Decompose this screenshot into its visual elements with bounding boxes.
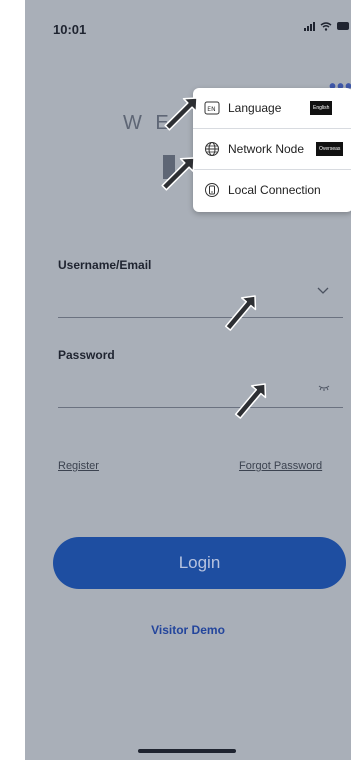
arrow-to-password-eye xyxy=(230,377,273,423)
arrow-to-username-dropdown xyxy=(220,289,263,335)
annotation-arrows xyxy=(157,90,273,423)
arrow-to-network-node xyxy=(157,150,202,195)
arrow-to-language xyxy=(160,90,205,135)
